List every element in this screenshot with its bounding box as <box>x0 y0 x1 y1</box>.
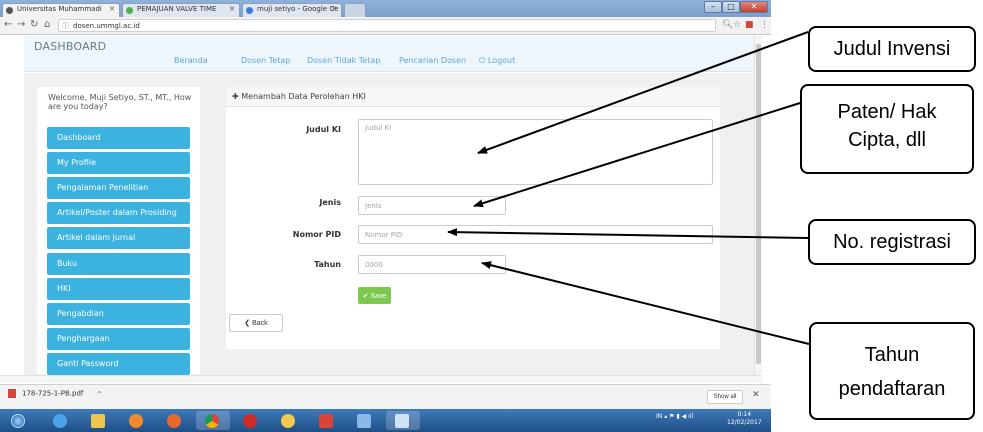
callout-tahun-pendaftaran: Tahun pendaftaran <box>809 322 975 420</box>
arrow-jenis <box>473 102 801 208</box>
callout-nomor-registrasi: No. registrasi <box>808 219 976 265</box>
callout-jenis: Paten/ Hak Cipta, dll <box>800 84 974 174</box>
arrow-pid <box>447 228 809 239</box>
arrow-tahun <box>481 261 810 345</box>
callout-judul-invensi: Judul Invensi <box>808 26 976 72</box>
arrow-judul <box>477 31 809 154</box>
